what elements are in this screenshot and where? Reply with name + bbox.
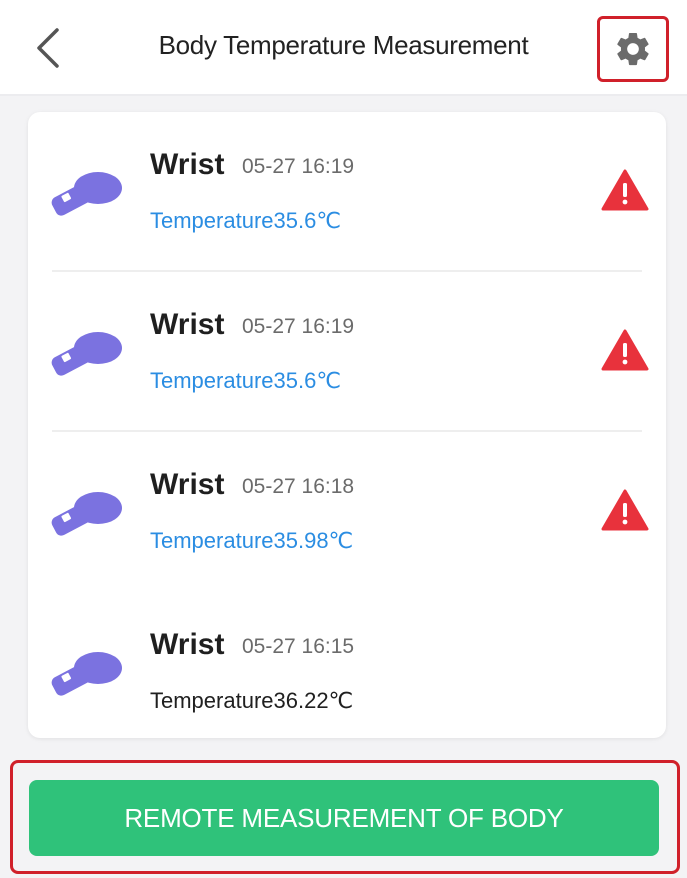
warning-icon <box>601 489 649 531</box>
warning-icon <box>601 169 649 211</box>
remote-measurement-area: REMOTE MEASUREMENT OF BODY <box>10 760 680 874</box>
measurement-list: Wrist 05-27 16:19 Temperature35.6℃ Wrist… <box>28 112 666 738</box>
timestamp: 05-27 16:19 <box>242 155 355 178</box>
wrist-sensor-icon <box>51 172 122 216</box>
remote-measurement-button[interactable]: REMOTE MEASUREMENT OF BODY <box>29 780 659 856</box>
list-item[interactable]: Wrist 05-27 16:15 Temperature36.22℃ <box>28 592 666 738</box>
wrist-sensor-icon <box>51 652 122 696</box>
list-item[interactable]: Wrist 05-27 16:19 Temperature35.6℃ <box>28 272 666 432</box>
back-button[interactable] <box>22 22 74 74</box>
temperature-value: Temperature35.98℃ <box>150 528 354 553</box>
timestamp: 05-27 16:19 <box>242 315 355 338</box>
page-title: Body Temperature Measurement <box>158 30 529 60</box>
location-label: Wrist <box>150 468 225 501</box>
wrist-sensor-icon <box>51 332 122 376</box>
wrist-sensor-icon <box>51 492 122 536</box>
location-label: Wrist <box>150 308 225 341</box>
gear-icon <box>617 32 649 66</box>
list-item[interactable]: Wrist 05-27 16:19 Temperature35.6℃ <box>28 112 666 272</box>
chevron-left-icon <box>37 28 59 68</box>
app-header: Body Temperature Measurement <box>0 0 687 96</box>
settings-button[interactable] <box>597 16 669 82</box>
list-item[interactable]: Wrist 05-27 16:18 Temperature35.98℃ <box>28 432 666 592</box>
location-label: Wrist <box>150 628 225 661</box>
temperature-value: Temperature36.22℃ <box>150 688 354 713</box>
location-label: Wrist <box>150 148 225 181</box>
warning-icon <box>601 329 649 371</box>
temperature-value: Temperature35.6℃ <box>150 368 342 393</box>
timestamp: 05-27 16:18 <box>242 475 355 498</box>
temperature-value: Temperature35.6℃ <box>150 208 342 233</box>
timestamp: 05-27 16:15 <box>242 635 355 658</box>
